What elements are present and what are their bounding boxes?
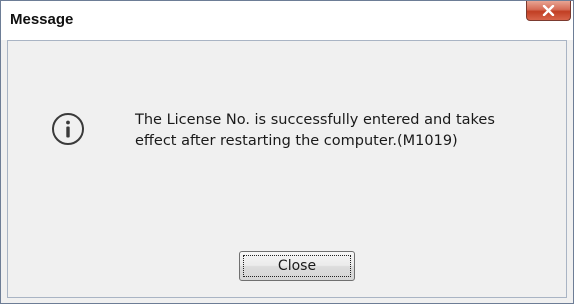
close-button-label: Close (277, 258, 317, 274)
close-icon (542, 5, 555, 16)
message-line-2: effect after restarting the computer.(M1… (135, 133, 458, 149)
message-line-1: The License No. is successfully entered … (135, 112, 495, 128)
title-bar[interactable]: Message (1, 1, 573, 40)
message-text: The License No. is successfully entered … (135, 110, 555, 152)
dialog-body: The License No. is successfully entered … (7, 40, 567, 298)
message-dialog: Message The License No. is successfully … (0, 0, 574, 304)
dialog-title: Message (10, 11, 74, 28)
close-button[interactable]: Close (239, 251, 355, 281)
title-close-button[interactable] (526, 1, 571, 21)
info-icon (52, 113, 84, 145)
